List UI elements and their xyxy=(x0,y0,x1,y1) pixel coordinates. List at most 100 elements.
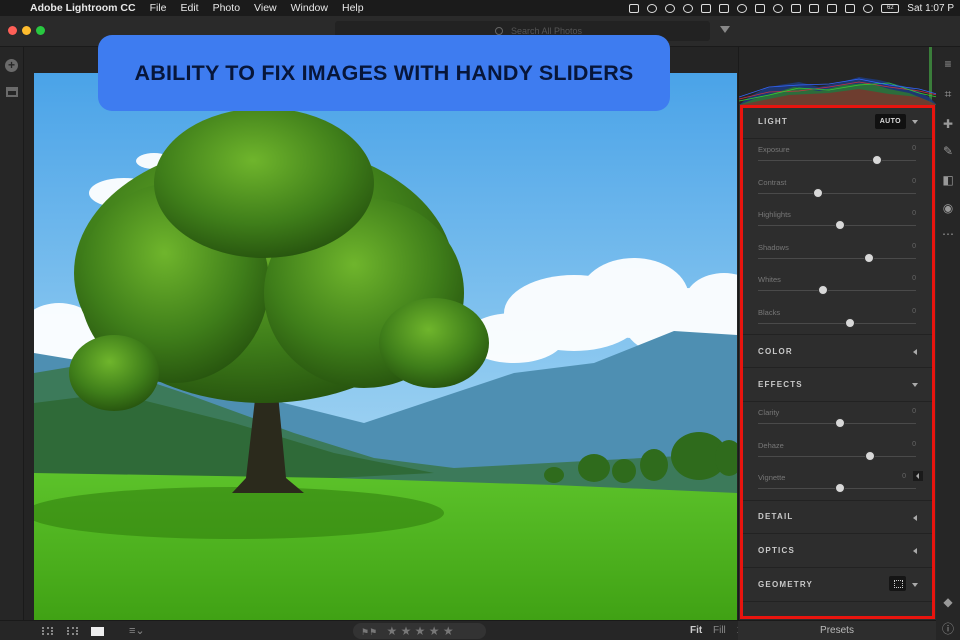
slider-label: Blacks xyxy=(758,307,781,317)
slider-track[interactable] xyxy=(758,192,916,194)
fit-button[interactable]: Fit xyxy=(690,625,702,636)
slider-label: Contrast xyxy=(758,177,787,187)
slider-track[interactable] xyxy=(758,322,916,324)
cloud-upload-icon[interactable] xyxy=(809,3,820,13)
color-section-header[interactable]: COLOR xyxy=(742,334,934,368)
slider-thumb[interactable] xyxy=(835,483,846,493)
slider-value[interactable]: 0 xyxy=(912,178,916,185)
creative-cloud-icon[interactable] xyxy=(683,3,694,13)
healing-brush-icon[interactable]: ✚ xyxy=(941,117,955,131)
screen-record-icon[interactable] xyxy=(629,3,640,13)
slider-thumb[interactable] xyxy=(835,220,846,230)
evernote-icon[interactable] xyxy=(755,3,766,13)
slider-track[interactable] xyxy=(758,290,916,291)
slider-value[interactable]: 0 xyxy=(912,145,916,152)
geometry-section-header[interactable]: GEOMETRY xyxy=(742,568,934,602)
edit-sliders-icon[interactable]: ≡ xyxy=(941,57,955,71)
linear-gradient-icon[interactable]: ◧ xyxy=(941,173,955,187)
cloud-icon[interactable] xyxy=(791,3,802,13)
slider-value[interactable]: 0 xyxy=(902,473,906,480)
plus-cross-icon[interactable] xyxy=(719,3,730,13)
slider-thumb[interactable] xyxy=(817,285,828,295)
app-menu-name[interactable]: Adobe Lightroom CC xyxy=(30,2,136,14)
info-icon[interactable] xyxy=(737,3,748,13)
wifi-icon[interactable] xyxy=(863,3,874,13)
auto-button[interactable]: AUTO xyxy=(874,114,906,129)
slider-track[interactable] xyxy=(758,257,916,259)
flag-icon[interactable]: ⚑⚑ xyxy=(361,627,377,637)
more-icon[interactable]: ⋯ xyxy=(941,227,955,241)
upright-guides-button[interactable] xyxy=(889,575,906,591)
geometry-section-title: GEOMETRY xyxy=(758,579,814,589)
landscape-photo[interactable] xyxy=(34,73,737,637)
vpn-icon[interactable] xyxy=(665,3,676,13)
collapse-caret-icon[interactable] xyxy=(912,383,918,387)
slider-track[interactable] xyxy=(758,455,916,457)
photo-grid-icon[interactable] xyxy=(67,627,78,635)
add-photos-icon[interactable]: + xyxy=(5,59,18,72)
close-window-button[interactable] xyxy=(8,26,17,35)
feature-banner: ABILITY TO FIX IMAGES WITH HANDY SLIDERS xyxy=(98,35,670,111)
menu-view[interactable]: View xyxy=(254,2,277,14)
menu-window[interactable]: Window xyxy=(291,2,328,14)
collapse-caret-icon[interactable] xyxy=(912,582,918,587)
slider-thumb[interactable] xyxy=(835,418,846,428)
slider-thumb[interactable] xyxy=(813,187,824,198)
volume-icon[interactable] xyxy=(845,3,856,13)
slider-dehaze: Dehaze 0 xyxy=(742,435,934,468)
effects-sliders: Clarity 0 Dehaze 0 Vignette 0 xyxy=(742,402,934,500)
light-section-header[interactable]: LIGHT AUTO xyxy=(742,105,934,139)
square-grid-icon[interactable] xyxy=(42,627,53,635)
menu-extras: 62 Sat 1:07 P xyxy=(629,0,954,16)
histogram-graph xyxy=(738,47,938,105)
slider-value[interactable]: 0 xyxy=(912,210,916,217)
expand-caret-icon[interactable] xyxy=(913,547,917,554)
slider-value[interactable]: 0 xyxy=(912,275,916,282)
presets-button[interactable]: Presets xyxy=(738,620,936,640)
effects-section-header[interactable]: EFFECTS xyxy=(742,368,934,402)
slider-thumb[interactable] xyxy=(863,252,874,263)
optics-section-header[interactable]: OPTICS xyxy=(742,534,934,568)
slider-thumb[interactable] xyxy=(871,155,882,165)
expand-caret-icon[interactable] xyxy=(913,514,917,521)
slider-thumb[interactable] xyxy=(844,317,855,328)
menu-edit[interactable]: Edit xyxy=(181,2,199,14)
zoom-window-button[interactable] xyxy=(36,26,45,35)
tag-icon[interactable]: ◆ xyxy=(941,595,955,609)
chat-icon[interactable] xyxy=(701,3,712,13)
grammarly-icon[interactable] xyxy=(773,3,784,13)
battery-icon[interactable]: 62 xyxy=(881,3,900,13)
my-photos-icon[interactable] xyxy=(6,87,18,97)
menu-file[interactable]: File xyxy=(150,2,167,14)
slider-track[interactable] xyxy=(758,160,916,161)
vignette-options-icon[interactable] xyxy=(913,471,923,481)
sync-icon[interactable] xyxy=(647,3,658,13)
left-rail: + xyxy=(0,47,24,620)
radial-gradient-icon[interactable]: ◉ xyxy=(941,201,955,215)
slider-value[interactable]: 0 xyxy=(912,243,916,250)
star-rating[interactable]: ★ ★ ★ ★ ★ xyxy=(386,624,453,638)
slider-clarity: Clarity 0 xyxy=(742,402,934,435)
crop-icon[interactable]: ⌗ xyxy=(941,87,955,101)
slider-value[interactable]: 0 xyxy=(912,441,916,448)
slider-thumb[interactable] xyxy=(865,450,876,461)
light-sliders: Exposure 0 Contrast 0 Highlights 0 Shadows 0 Whi… xyxy=(742,139,934,334)
detail-view-icon[interactable] xyxy=(91,627,104,636)
slider-value[interactable]: 0 xyxy=(912,408,916,415)
filter-icon[interactable] xyxy=(720,26,730,33)
clock[interactable]: Sat 1:07 P xyxy=(907,3,954,14)
expand-caret-icon[interactable] xyxy=(913,349,917,355)
menu-photo[interactable]: Photo xyxy=(213,2,240,14)
brush-icon[interactable]: ✎ xyxy=(941,144,955,158)
slider-highlights: Highlights 0 xyxy=(742,204,934,237)
slider-exposure: Exposure 0 xyxy=(742,139,934,172)
fill-button[interactable]: Fill xyxy=(713,625,726,636)
sort-icon[interactable]: ≡⌄ xyxy=(129,624,145,637)
detail-section-header[interactable]: DETAIL xyxy=(742,499,934,534)
airplay-icon[interactable] xyxy=(827,3,838,13)
slider-value[interactable]: 0 xyxy=(912,308,916,315)
collapse-caret-icon[interactable] xyxy=(912,120,918,124)
minimize-window-button[interactable] xyxy=(22,26,31,35)
menu-help[interactable]: Help xyxy=(342,2,364,14)
info-circle-icon[interactable]: ⓘ xyxy=(941,622,955,636)
